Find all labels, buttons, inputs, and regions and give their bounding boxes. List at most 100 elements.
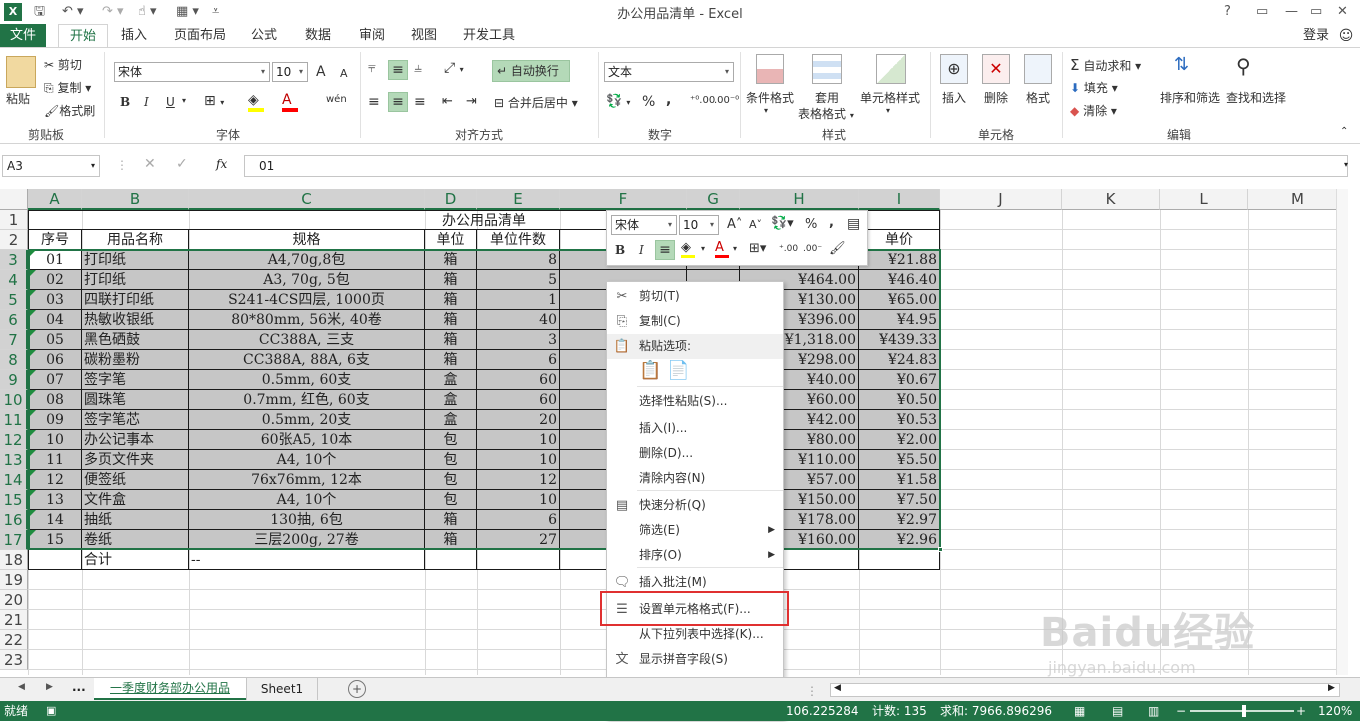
cell-price[interactable]: ¥65.00 (859, 290, 940, 310)
cell-price[interactable]: ¥46.40 (859, 270, 940, 290)
row-header-20[interactable]: 20 (0, 590, 28, 610)
copy-button[interactable]: ⎘ 复制 ▾ (44, 79, 91, 96)
cell-seq[interactable]: 03 (28, 290, 82, 310)
tab-view[interactable]: 视图 (404, 24, 444, 48)
bold-button[interactable]: B (120, 95, 130, 109)
menu-item-1[interactable]: ⎘ 复制(C) (607, 309, 783, 334)
cell-seq[interactable]: 14 (28, 510, 82, 530)
shrink-font-button[interactable]: A (340, 67, 348, 80)
menu-item-7[interactable]: ▤ 快速分析(Q) (607, 493, 783, 518)
column-header-a[interactable]: A (28, 189, 82, 210)
scroll-left-icon[interactable]: ◀ (834, 683, 841, 693)
format-painter-button[interactable]: 🖌格式刷 (44, 102, 95, 119)
tab-insert[interactable]: 插入 (114, 24, 154, 48)
error-indicator-icon[interactable] (30, 510, 36, 516)
tab-page-layout[interactable]: 页面布局 (170, 24, 230, 48)
zoom-in-icon[interactable]: + (1296, 701, 1306, 721)
cell-spec[interactable]: CC388A, 88A, 6支 (189, 350, 425, 370)
header-cell-a[interactable]: 序号 (28, 230, 82, 250)
cell-qty[interactable]: 10 (477, 430, 560, 450)
align-left-icon[interactable]: ≡ (368, 94, 380, 110)
error-indicator-icon[interactable] (30, 270, 36, 276)
mini-font-combo[interactable]: 宋体 ▾ (611, 215, 677, 235)
sheet-tab-active[interactable]: 一季度财务部办公用品 (94, 678, 246, 700)
help-button[interactable]: ? (1224, 2, 1231, 22)
cell-qty[interactable]: 10 (477, 450, 560, 470)
zoom-slider-thumb[interactable] (1242, 705, 1246, 717)
close-button[interactable]: ✕ (1337, 2, 1348, 22)
row-header-13[interactable]: 13 (0, 450, 28, 470)
column-header-i[interactable]: I (859, 189, 940, 210)
row-header-2[interactable]: 2 (0, 230, 28, 250)
maximize-button[interactable]: ▭ (1310, 2, 1322, 22)
mini-size-combo[interactable]: 10 ▾ (679, 215, 719, 235)
column-header-b[interactable]: B (82, 189, 189, 210)
menu-item-4[interactable]: 插入(I)... (607, 416, 783, 441)
orientation-icon[interactable]: ⤢ ▾ (444, 60, 464, 76)
cell-price[interactable]: ¥21.88 (859, 250, 940, 270)
cell-unit[interactable]: 盒 (425, 390, 477, 410)
column-header-l[interactable]: L (1160, 189, 1248, 210)
cell-name[interactable]: 便签纸 (82, 470, 189, 490)
cell-seq[interactable]: 04 (28, 310, 82, 330)
cell-unit[interactable]: 包 (425, 470, 477, 490)
menu-item-5[interactable]: 删除(D)... (607, 441, 783, 466)
account-icon[interactable]: ☺ (1336, 24, 1356, 48)
fill-color-icon[interactable]: ◈ (248, 92, 264, 112)
mini-percent-button[interactable]: % (805, 217, 817, 232)
cell-qty[interactable]: 1 (477, 290, 560, 310)
signin-link[interactable]: 登录 (1298, 24, 1334, 48)
page-break-view-icon[interactable]: ▥ (1148, 701, 1159, 721)
cell-name[interactable]: 办公记事本 (82, 430, 189, 450)
cell-qty[interactable]: 12 (477, 470, 560, 490)
confirm-edit-icon[interactable]: ✓ (176, 156, 188, 172)
mini-accounting-icon[interactable]: 💱▾ (771, 216, 794, 231)
header-cell-b[interactable]: 用品名称 (82, 230, 189, 250)
cell-unit[interactable]: 箱 (425, 530, 477, 550)
cell-qty[interactable]: 6 (477, 510, 560, 530)
cell-spec[interactable]: 0.5mm, 60支 (189, 370, 425, 390)
column-header-k[interactable]: K (1062, 189, 1160, 210)
cell-spec[interactable]: A3, 70g, 5包 (189, 270, 425, 290)
font-size-combo[interactable]: 10 ▾ (272, 62, 308, 82)
cell-name[interactable]: 签字笔芯 (82, 410, 189, 430)
row-header-22[interactable]: 22 (0, 630, 28, 650)
align-middle-icon[interactable]: ≡ (388, 60, 408, 80)
cell-name[interactable]: 打印纸 (82, 270, 189, 290)
cell-name[interactable]: 签字笔 (82, 370, 189, 390)
cell-spec[interactable]: S241-4CS四层, 1000页 (189, 290, 425, 310)
error-indicator-icon[interactable] (30, 390, 36, 396)
row-header-23[interactable]: 23 (0, 650, 28, 670)
row-header-5[interactable]: 5 (0, 290, 28, 310)
cell-price[interactable]: ¥2.97 (859, 510, 940, 530)
mini-grow-font-icon[interactable]: A˄ (727, 217, 742, 232)
mini-italic-button[interactable]: I (639, 243, 644, 257)
cell-name[interactable]: 多页文件夹 (82, 450, 189, 470)
align-top-icon[interactable]: ⫧ (368, 60, 376, 76)
cell-total-label[interactable]: 合计 (82, 550, 189, 570)
percent-style-button[interactable]: % (642, 94, 655, 110)
cell-name[interactable]: 卷纸 (82, 530, 189, 550)
cell-seq[interactable]: 08 (28, 390, 82, 410)
row-header-18[interactable]: 18 (0, 550, 28, 570)
cell-spec[interactable]: A4,70g,8包 (189, 250, 425, 270)
error-indicator-icon[interactable] (30, 450, 36, 456)
menu-item-0[interactable]: ✂ 剪切(T) (607, 284, 783, 309)
cell-qty[interactable]: 3 (477, 330, 560, 350)
cell-price[interactable]: ¥4.95 (859, 310, 940, 330)
row-header-19[interactable]: 19 (0, 570, 28, 590)
scroll-sheets-right-icon[interactable]: ▶ (46, 682, 53, 692)
more-sheets-button[interactable]: ... (72, 680, 86, 694)
error-indicator-icon[interactable] (30, 470, 36, 476)
cell-unit[interactable]: 包 (425, 490, 477, 510)
paste-values-icon[interactable]: 📄 (667, 360, 689, 381)
cell-price[interactable]: ¥439.33 (859, 330, 940, 350)
formula-input[interactable]: 01 (244, 155, 1348, 177)
error-indicator-icon[interactable] (30, 250, 36, 256)
cell-seq[interactable]: 12 (28, 470, 82, 490)
cell-qty[interactable]: 6 (477, 350, 560, 370)
insert-cells-button[interactable]: 插入 (942, 89, 966, 106)
table-format-button-line1[interactable]: 套用 (815, 89, 839, 106)
cell-name[interactable]: 黑色硒鼓 (82, 330, 189, 350)
row-header-6[interactable]: 6 (0, 310, 28, 330)
